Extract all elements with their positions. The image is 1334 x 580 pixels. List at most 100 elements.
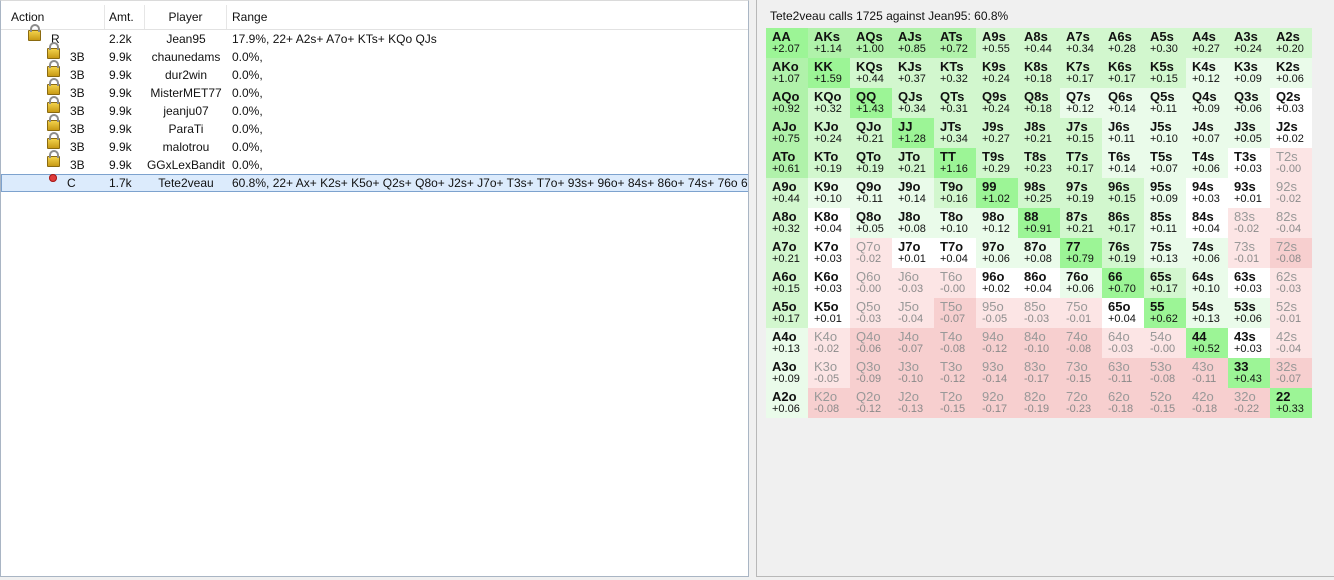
hand-cell[interactable]: 76o +0.06 bbox=[1060, 268, 1102, 298]
hand-cell[interactable]: T7o +0.04 bbox=[934, 238, 976, 268]
hand-cell[interactable]: JTs +0.34 bbox=[934, 118, 976, 148]
hand-cell[interactable]: K8s +0.18 bbox=[1018, 58, 1060, 88]
hand-cell[interactable]: A9s +0.55 bbox=[976, 28, 1018, 58]
hand-cell[interactable]: T8s +0.23 bbox=[1018, 148, 1060, 178]
table-row[interactable]: 3B 9.9k malotrou 0.0%, bbox=[1, 132, 748, 156]
hand-cell[interactable]: 75s +0.13 bbox=[1144, 238, 1186, 268]
hand-cell[interactable]: 98s +0.25 bbox=[1018, 178, 1060, 208]
hand-cell[interactable]: AJo +0.75 bbox=[766, 118, 808, 148]
table-row[interactable]: 3B 9.9k jeanju07 0.0%, bbox=[1, 96, 748, 120]
hand-cell[interactable]: J7s +0.15 bbox=[1060, 118, 1102, 148]
table-row[interactable]: 3B 9.9k ParaTi 0.0%, bbox=[1, 114, 748, 138]
hand-cell[interactable]: 52s -0.01 bbox=[1270, 298, 1312, 328]
hand-cell[interactable]: 32o -0.22 bbox=[1228, 388, 1270, 418]
hand-cell[interactable]: QTo +0.19 bbox=[850, 148, 892, 178]
hand-cell[interactable]: K7o +0.03 bbox=[808, 238, 850, 268]
hand-cell[interactable]: 83s -0.02 bbox=[1228, 208, 1270, 238]
hand-cell[interactable]: T3s +0.03 bbox=[1228, 148, 1270, 178]
hand-cell[interactable]: ATo +0.61 bbox=[766, 148, 808, 178]
hand-cell[interactable]: J2s +0.02 bbox=[1270, 118, 1312, 148]
hand-cell[interactable]: A8o +0.32 bbox=[766, 208, 808, 238]
hand-cell[interactable]: AQo +0.92 bbox=[766, 88, 808, 118]
hand-cell[interactable]: K9s +0.24 bbox=[976, 58, 1018, 88]
hand-cell[interactable]: 55 +0.62 bbox=[1144, 298, 1186, 328]
hand-cell[interactable]: KJs +0.37 bbox=[892, 58, 934, 88]
hand-cell[interactable]: 84o -0.10 bbox=[1018, 328, 1060, 358]
hand-cell[interactable]: K2o -0.08 bbox=[808, 388, 850, 418]
hand-cell[interactable]: Q6s +0.14 bbox=[1102, 88, 1144, 118]
hand-cell[interactable]: Q3s +0.06 bbox=[1228, 88, 1270, 118]
hand-cell[interactable]: 85o -0.03 bbox=[1018, 298, 1060, 328]
hand-cell[interactable]: K5s +0.15 bbox=[1144, 58, 1186, 88]
hand-cell[interactable]: 96s +0.15 bbox=[1102, 178, 1144, 208]
hand-cell[interactable]: 64s +0.10 bbox=[1186, 268, 1228, 298]
hand-cell[interactable]: 62s -0.03 bbox=[1270, 268, 1312, 298]
hand-cell[interactable]: KJo +0.24 bbox=[808, 118, 850, 148]
hand-cell[interactable]: A3o +0.09 bbox=[766, 358, 808, 388]
hand-cell[interactable]: K5o +0.01 bbox=[808, 298, 850, 328]
hand-cell[interactable]: 92s -0.02 bbox=[1270, 178, 1312, 208]
hand-cell[interactable]: 82s -0.04 bbox=[1270, 208, 1312, 238]
hand-cell[interactable]: A2o +0.06 bbox=[766, 388, 808, 418]
hand-cell[interactable]: AKo +1.07 bbox=[766, 58, 808, 88]
hand-cell[interactable]: 86o +0.04 bbox=[1018, 268, 1060, 298]
hand-cell[interactable]: Q8o +0.05 bbox=[850, 208, 892, 238]
hand-cell[interactable]: A4o +0.13 bbox=[766, 328, 808, 358]
hand-cell[interactable]: 54s +0.13 bbox=[1186, 298, 1228, 328]
hand-cell[interactable]: 72s -0.08 bbox=[1270, 238, 1312, 268]
table-row[interactable]: 3B 9.9k MisterMET77 0.0%, bbox=[1, 78, 748, 102]
hand-cell[interactable]: J3s +0.05 bbox=[1228, 118, 1270, 148]
hand-cell[interactable]: T9s +0.29 bbox=[976, 148, 1018, 178]
hand-cell[interactable]: 42s -0.04 bbox=[1270, 328, 1312, 358]
hand-cell[interactable]: J8o +0.08 bbox=[892, 208, 934, 238]
hand-cell[interactable]: K7s +0.17 bbox=[1060, 58, 1102, 88]
hand-cell[interactable]: T2o -0.15 bbox=[934, 388, 976, 418]
hand-cell[interactable]: 94o -0.12 bbox=[976, 328, 1018, 358]
hand-cell[interactable]: 83o -0.17 bbox=[1018, 358, 1060, 388]
hand-cell[interactable]: A2s +0.20 bbox=[1270, 28, 1312, 58]
hand-cell[interactable]: Q4s +0.09 bbox=[1186, 88, 1228, 118]
hand-cell[interactable]: J5s +0.10 bbox=[1144, 118, 1186, 148]
hand-cell[interactable]: 43s +0.03 bbox=[1228, 328, 1270, 358]
hand-cell[interactable]: 74s +0.06 bbox=[1186, 238, 1228, 268]
hand-cell[interactable]: A3s +0.24 bbox=[1228, 28, 1270, 58]
hand-cell[interactable]: Q9o +0.11 bbox=[850, 178, 892, 208]
hand-cell[interactable]: K2s +0.06 bbox=[1270, 58, 1312, 88]
hand-cell[interactable]: KTs +0.32 bbox=[934, 58, 976, 88]
hand-cell[interactable]: 33 +0.43 bbox=[1228, 358, 1270, 388]
hand-cell[interactable]: KTo +0.19 bbox=[808, 148, 850, 178]
hand-cell[interactable]: 77 +0.79 bbox=[1060, 238, 1102, 268]
hand-cell[interactable]: 97s +0.19 bbox=[1060, 178, 1102, 208]
hand-cell[interactable]: KQo +0.32 bbox=[808, 88, 850, 118]
hand-cell[interactable]: 66 +0.70 bbox=[1102, 268, 1144, 298]
hand-cell[interactable]: TT +1.16 bbox=[934, 148, 976, 178]
hand-cell[interactable]: 88 +0.91 bbox=[1018, 208, 1060, 238]
hand-cell[interactable]: A5o +0.17 bbox=[766, 298, 808, 328]
hand-cell[interactable]: J6s +0.11 bbox=[1102, 118, 1144, 148]
hand-cell[interactable]: 94s +0.03 bbox=[1186, 178, 1228, 208]
hand-cell[interactable]: J4s +0.07 bbox=[1186, 118, 1228, 148]
hand-cell[interactable]: K4o -0.02 bbox=[808, 328, 850, 358]
table-row[interactable]: 3B 9.9k GGxLexBandit 0.0%, bbox=[1, 150, 748, 174]
hand-cell[interactable]: Q5o -0.03 bbox=[850, 298, 892, 328]
hand-cell[interactable]: 93s +0.01 bbox=[1228, 178, 1270, 208]
hand-cell[interactable]: 82o -0.19 bbox=[1018, 388, 1060, 418]
hand-cell[interactable]: Q6o -0.00 bbox=[850, 268, 892, 298]
hand-cell[interactable]: 73s -0.01 bbox=[1228, 238, 1270, 268]
hand-cell[interactable]: ATs +0.72 bbox=[934, 28, 976, 58]
hand-cell[interactable]: A4s +0.27 bbox=[1186, 28, 1228, 58]
hand-cell[interactable]: J7o +0.01 bbox=[892, 238, 934, 268]
hand-cell[interactable]: K9o +0.10 bbox=[808, 178, 850, 208]
hand-cell[interactable]: J8s +0.21 bbox=[1018, 118, 1060, 148]
hand-cell[interactable]: T3o -0.12 bbox=[934, 358, 976, 388]
hand-cell[interactable]: 64o -0.03 bbox=[1102, 328, 1144, 358]
hand-cell[interactable]: J5o -0.04 bbox=[892, 298, 934, 328]
hand-cell[interactable]: 53o -0.08 bbox=[1144, 358, 1186, 388]
hand-cell[interactable]: K6s +0.17 bbox=[1102, 58, 1144, 88]
hand-cell[interactable]: 53s +0.06 bbox=[1228, 298, 1270, 328]
hand-cell[interactable]: 65s +0.17 bbox=[1144, 268, 1186, 298]
table-row[interactable]: R 2.2k Jean95 17.9%, 22+ A2s+ A7o+ KTs+ KQo… bbox=[1, 24, 748, 48]
hand-cell[interactable]: J3o -0.10 bbox=[892, 358, 934, 388]
hand-cell[interactable]: AQs +1.00 bbox=[850, 28, 892, 58]
hand-cell[interactable]: 92o -0.17 bbox=[976, 388, 1018, 418]
